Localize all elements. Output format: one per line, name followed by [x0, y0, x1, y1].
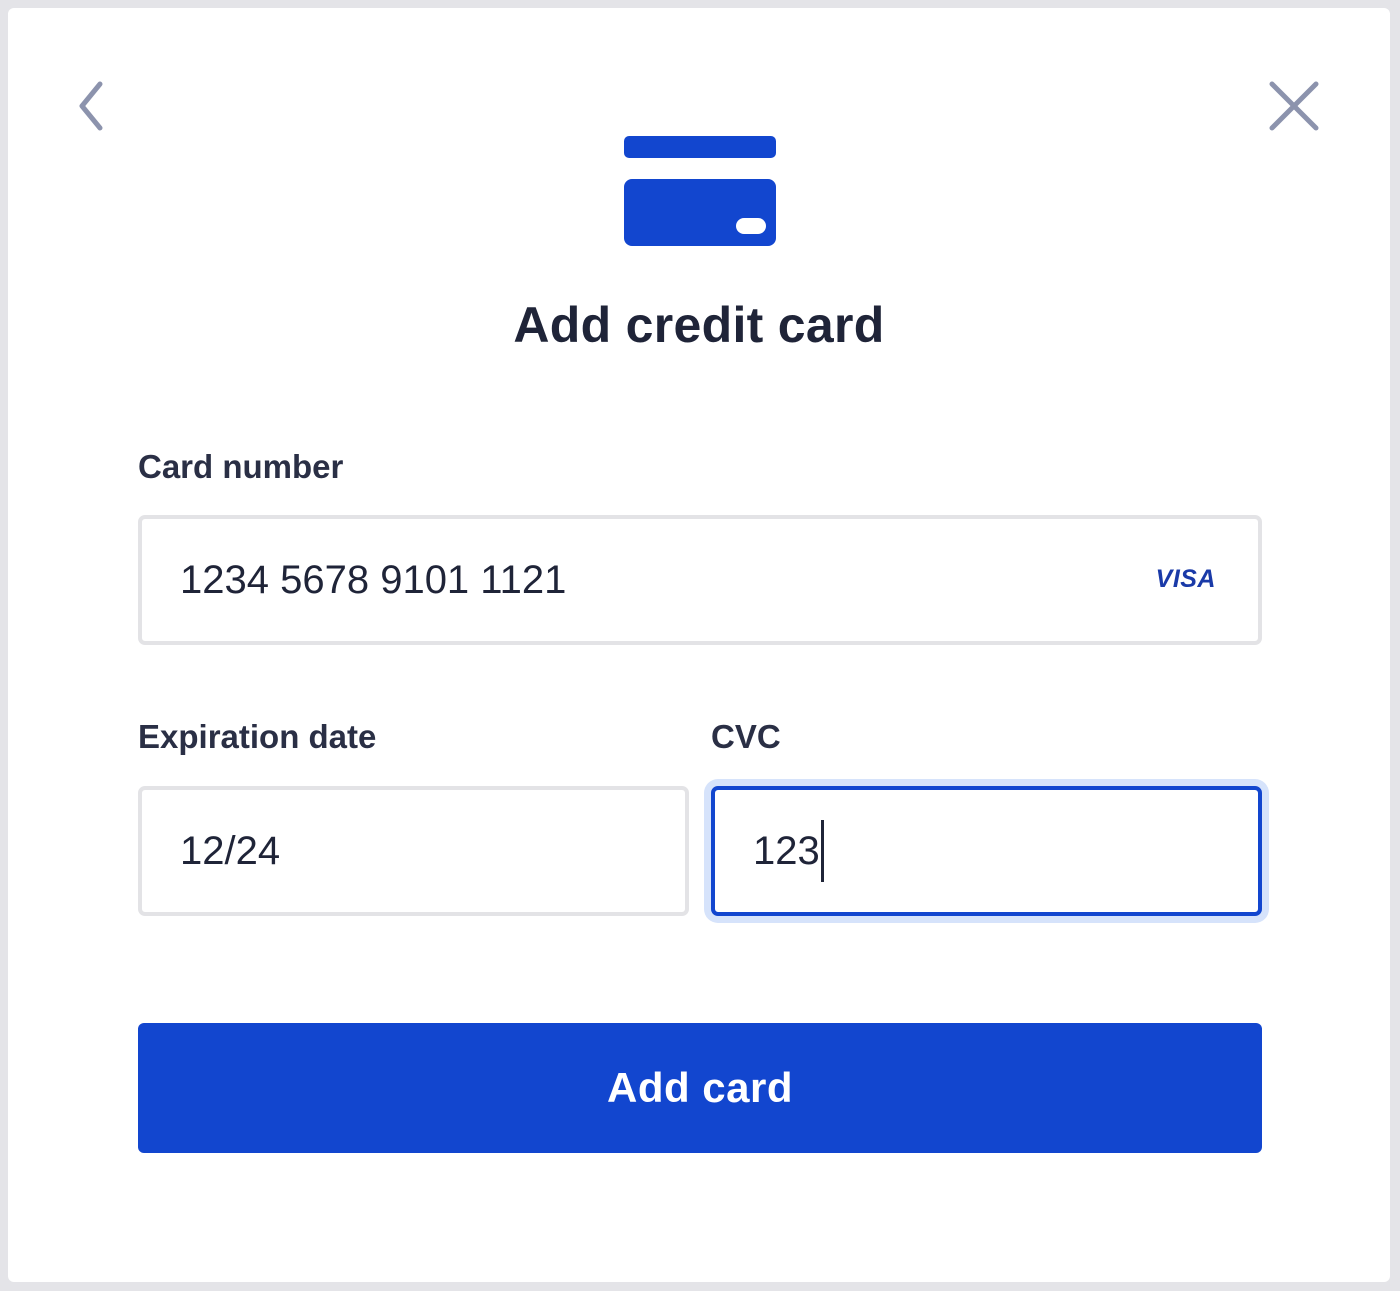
card-number-field-container: VISA — [138, 515, 1262, 645]
card-number-label: Card number — [138, 448, 344, 485]
expiration-date-field-container — [138, 786, 689, 916]
expiration-date-label: Expiration date — [138, 718, 377, 755]
add-card-dialog: Add credit card Card number VISA Expirat… — [8, 8, 1390, 1282]
cvc-label: CVC — [711, 718, 781, 755]
back-button[interactable] — [60, 74, 124, 138]
chevron-left-icon — [79, 81, 103, 131]
text-cursor — [821, 820, 824, 882]
dialog-title: Add credit card — [513, 297, 885, 353]
cvc-input[interactable] — [715, 790, 1258, 912]
visa-logo: VISA — [1155, 565, 1216, 593]
close-icon — [1269, 81, 1319, 131]
add-card-button[interactable]: Add card — [138, 1023, 1262, 1153]
expiration-date-input[interactable] — [142, 790, 685, 912]
credit-card-icon — [624, 136, 776, 246]
cvc-field-container — [711, 786, 1262, 916]
close-button[interactable] — [1262, 74, 1326, 138]
card-number-input[interactable] — [142, 519, 1258, 641]
